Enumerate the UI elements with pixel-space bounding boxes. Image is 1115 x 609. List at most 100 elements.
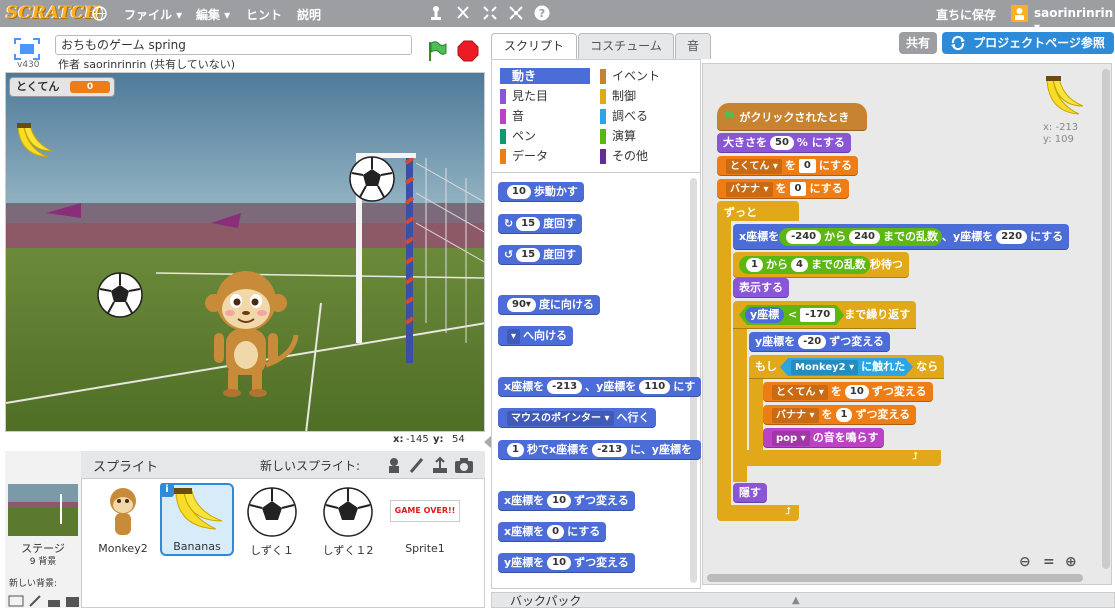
goto-random-block[interactable]: x座標を -240 から 240 までの乱数 、y座標を 220 にする [733,224,1070,250]
monkey-sprite[interactable] [204,265,304,397]
block-point-direction[interactable]: 90▾ 度に向ける [498,295,600,315]
tips-menu[interactable]: ヒント [246,6,282,23]
edit-menu[interactable]: 編集 ▾ [196,6,230,23]
stage[interactable] [5,72,485,432]
if-block-arm [749,370,763,450]
block-glide[interactable]: 1 秒でx座標を -213 に、y座標を [498,440,701,460]
stage-thumbnail-panel[interactable]: ステージ 9 背景 新しい背景: [5,451,82,608]
globe-icon[interactable] [92,6,107,21]
wait-random-block[interactable]: 1 から 4 までの乱数 秒待つ [733,252,909,278]
author-label: 作者 saorinrinrin (共有していない) [58,58,236,71]
show-block[interactable]: 表示する [733,278,789,298]
share-button[interactable]: 共有 [899,32,937,54]
block-set-x[interactable]: x座標を 0 にする [498,522,607,542]
block-goto-xy[interactable]: x座標を -213 、y座標を 110 にす [498,377,701,397]
category-motion[interactable]: 動き [500,68,590,84]
category-operators[interactable]: 演算 [600,128,692,144]
category-looks[interactable]: 見た目 [500,88,592,104]
change-y-block[interactable]: y座標を -20 ずつ変える [749,332,890,352]
backpack-bar[interactable]: バックパック ▲ [491,592,1115,608]
score-monitor[interactable]: とくてん 0 [9,77,115,97]
backpack-label: バックパック [510,594,582,608]
change-banana-block[interactable]: バナナ ▾ を 1 ずつ変える [763,405,917,425]
paint-sprite-icon[interactable] [408,456,426,474]
help-icon[interactable]: ? [534,5,550,21]
grow-icon[interactable] [482,5,498,21]
soccer-ball-sprite[interactable] [348,155,396,203]
until-arrow-icon: ⮥ [912,451,918,462]
set-banana-block[interactable]: バナナ ▾ を 0 にする [717,179,849,199]
tab-costumes[interactable]: コスチューム [578,33,674,59]
user-menu[interactable]: saorinrinrin ▾ [1034,6,1115,34]
sprite-thumb-drop1[interactable]: しずく１ [236,485,308,557]
score-label: とくてん [16,80,60,93]
file-menu[interactable]: ファイル ▾ [124,6,182,23]
category-events[interactable]: イベント [600,68,692,84]
sprite-name: Bananas [173,540,221,553]
new-backdrop-icons[interactable] [8,594,80,608]
sprite-thumb-drop12[interactable]: しずく１2 [312,485,384,557]
play-sound-block[interactable]: pop ▾ の音を鳴らす [763,428,885,448]
set-score-block[interactable]: とくてん ▾ を 0 にする [717,156,858,176]
script-scrollbar-h[interactable] [707,574,1083,582]
stage-backdrop-count: 9 背景 [29,557,57,567]
shrink-icon[interactable] [508,5,524,21]
about-menu[interactable]: 説明 [297,6,321,23]
sprite-name: しずく１ [250,544,294,557]
upload-sprite-icon[interactable] [431,456,449,474]
forever-label: ずっと [724,206,757,219]
zoom-out-icon[interactable]: ⊖ [1019,554,1031,570]
block-change-x[interactable]: x座標を 10 ずつ変える [498,491,635,511]
project-title-input[interactable]: おちものゲーム spring [55,35,412,55]
category-sound[interactable]: 音 [500,108,592,124]
sprite-thumb-monkey2[interactable]: Monkey2 [87,485,159,557]
version-label: v430 [17,60,40,70]
change-score-block[interactable]: とくてん ▾ を 10 ずつ変える [763,382,933,402]
sprites-heading: スプライト [93,460,159,475]
sprite-thumb-sprite1[interactable]: GAME OVER!! Sprite1 [389,485,461,557]
set-size-block[interactable]: 大きさを 50% にする [717,133,851,153]
sprite-name: Monkey2 [98,542,148,555]
refresh-icon [951,35,965,51]
category-control[interactable]: 制御 [600,88,692,104]
user-avatar-icon[interactable] [1011,5,1028,22]
soccer-ball-sprite-2[interactable] [96,271,144,319]
rotate-left-icon: ↺ [504,248,514,261]
sprite-name: しずく１2 [322,544,374,557]
category-data[interactable]: データ [500,148,592,164]
hide-block[interactable]: 隠す [733,483,767,503]
cut-icon[interactable] [455,5,471,21]
sprite-thumb-bananas-selected[interactable]: Bananas i [160,483,234,556]
info-icon[interactable]: i [160,483,174,497]
green-flag-icon[interactable] [426,40,448,62]
fullscreen-icon[interactable] [14,38,40,60]
camera-sprite-icon[interactable] [454,456,474,474]
stage-thumbnail[interactable] [8,484,78,536]
banana-sprite[interactable] [14,121,54,163]
duplicate-icon[interactable] [428,5,444,21]
repeat-until-block[interactable]: y座標 < -170 まで繰り返す [733,301,917,329]
when-flag-clicked-block[interactable]: ⚑ がクリックされたとき [717,103,867,131]
category-more[interactable]: その他 [600,148,692,164]
script-scrollbar-v[interactable] [1102,69,1110,569]
scratch-logo[interactable]: SCRATCH [6,3,100,23]
sprite-library-icon[interactable] [385,456,403,474]
category-pen[interactable]: ペン [500,128,592,144]
expand-arrow-icon: ▲ [792,595,800,606]
see-project-page-button[interactable]: プロジェクトページ参照 [942,32,1114,54]
category-sensing[interactable]: 調べる [600,108,692,124]
block-move[interactable]: 10 歩動かす [498,182,584,202]
tab-sounds[interactable]: 音 [675,33,711,59]
block-point-towards[interactable]: ▾ へ向ける [498,326,574,346]
sprite-x-readout: x: -213 [1043,122,1079,133]
zoom-reset-icon[interactable]: = [1043,554,1055,570]
stop-icon[interactable] [457,40,479,62]
block-turn-left[interactable]: ↺ 15 度回す [498,245,583,265]
block-goto-pointer[interactable]: マウスのポインター ▾ へ行く [498,408,656,428]
block-change-y[interactable]: y座標を 10 ずつ変える [498,553,635,573]
save-now-link[interactable]: 直ちに保存 [936,6,996,23]
if-touching-block[interactable]: もし Monkey2 ▾ に触れた なら [749,355,945,379]
zoom-in-icon[interactable]: ⊕ [1065,554,1077,570]
tab-scripts[interactable]: スクリプト [491,33,577,60]
block-turn-right[interactable]: ↻ 15 度回す [498,214,583,234]
